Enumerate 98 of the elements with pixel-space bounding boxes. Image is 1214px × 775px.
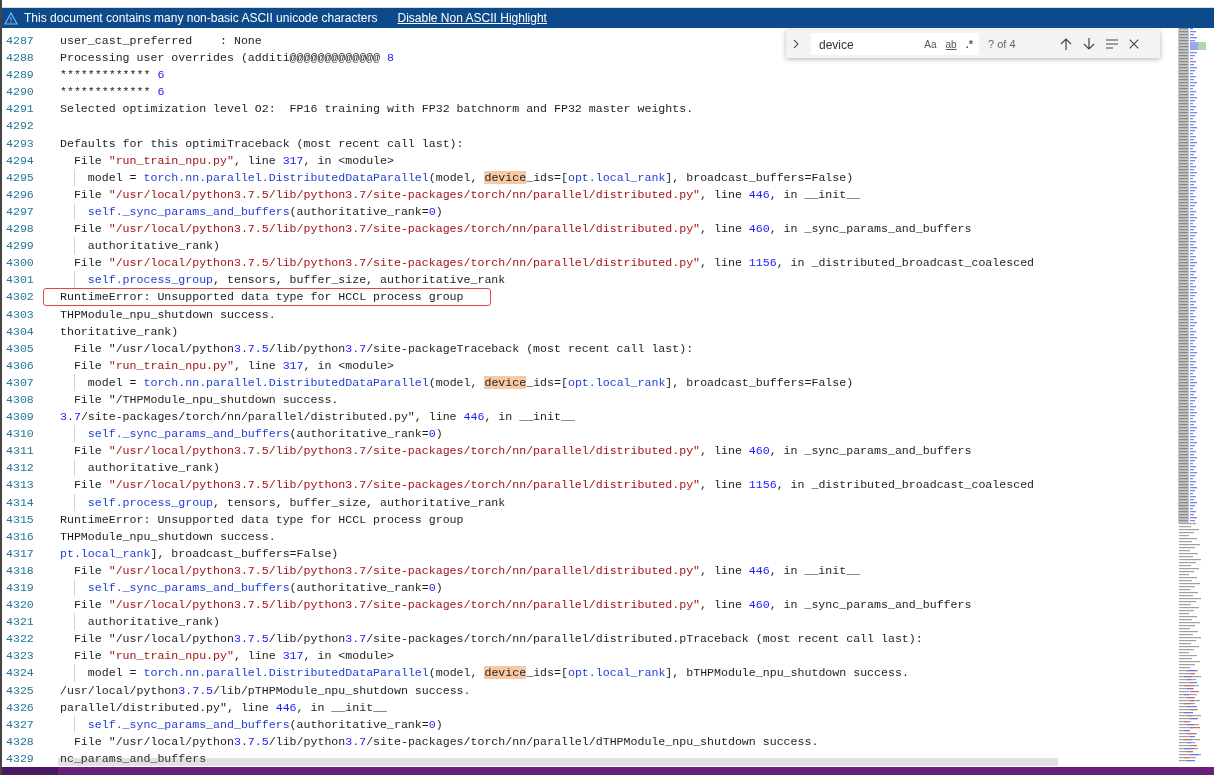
match-case-toggle[interactable]: Aa <box>922 37 939 51</box>
line-number: 4314 <box>5 494 35 511</box>
match-count: ? of 4 <box>988 38 1016 50</box>
code-line: File "/usr/local/python3.7.5/lib/python3.7/site-packageTraceback (most recent call last): <box>72 340 694 357</box>
code-line: model = torch.nn.parallel.DistributedDataParallel(model, device_ids=[opt.local_rank], broadcast_buffers=False) <box>60 373 854 391</box>
line-number: 4306 <box>5 357 35 374</box>
code-line: authoritative_rank) <box>60 459 221 477</box>
line-number: 4315 <box>5 511 35 528</box>
line-number: 4326 <box>5 699 35 716</box>
code-line: nc_params_and_buffers <box>60 750 207 767</box>
line-number: 4292 <box>5 118 35 135</box>
code-line: File "/usr/local/python3.7.5/lib/python3.7/site-packages/torch/nn/parallel/distributed.py", line 1156, in _distributed_broadcast_coalesced <box>72 255 1035 272</box>
code-line: self._sync_params_and_buffers(authoritative_rank=0) <box>60 425 443 443</box>
whole-word-toggle[interactable]: ab <box>943 37 959 51</box>
code-line: 3.7/site-packages/torch/nn/parallel/distributed.py", line 446, in __init__ <box>60 409 575 426</box>
line-number: 4288 <box>5 50 35 67</box>
line-number: 4307 <box>5 374 35 391</box>
code-line: File "/usr/local/python3.7.5/lib/python3.7/site-packages/torch/nn/parallel/distributed.py", line 1156, in _distributed_broadcast_coalesced <box>72 477 1035 494</box>
code-line: self.process_group, tensors, buffer_size, authoritative_rank <box>60 271 506 289</box>
line-number: 4325 <box>5 682 35 699</box>
line-number: 4295 <box>5 169 35 186</box>
code-line: File "/usr/local/python3.7.5/lib/python3.7/site-packages/torch/nn/parallel/distributed.py", line 446, in __init__ <box>72 186 861 203</box>
line-number: 4329 <box>5 750 35 767</box>
code-line: RuntimeError: Unsupported data type for HCCL process group <box>43 288 491 306</box>
code-line: Processing user overrides (additi@@@@@@@@@@@@@ 8 <box>60 50 394 67</box>
code-line: RuntimeError: Unsupported data type for HCCL process group <box>60 511 464 528</box>
code-line: thoritative_rank) <box>60 323 179 340</box>
line-number: 4297 <box>5 203 35 220</box>
code-line: File "run_train_npu.py", line 317, in <module> <box>72 152 394 169</box>
close-icon[interactable] <box>1127 38 1140 50</box>
line-number: 4324 <box>5 665 35 682</box>
search-text: device <box>819 38 854 52</box>
line-number: 4296 <box>5 186 35 203</box>
code-line: self.process_group, tensors, buffer_size, authoritative_rank <box>60 493 506 511</box>
line-number: 4328 <box>5 733 35 750</box>
code-line: self._sync_params_and_buffers(authoritative_rank=0) <box>60 579 443 597</box>
line-number: 4312 <box>5 460 35 477</box>
code-line: File "/usr/local/python3.7.5/lib/python3.7/site-packages/torch/nn/parallel/distributed.pTraceback (most recent call last): <box>72 631 923 648</box>
code-line: File "/usr/local/python3.7.5/lib/python3.7/site-packages/torch/nn/parallel/distributed.py", line 460, in _sync_params_and_buffers <box>72 597 972 614</box>
code-line: authoritative_rank) <box>60 237 221 255</box>
line-number: 4301 <box>5 272 35 289</box>
line-number: 4289 <box>5 67 35 84</box>
line-number: 4305 <box>5 340 35 357</box>
chevron-icon[interactable] <box>792 38 800 50</box>
code-line: THPModule_npu_shutdown success. <box>60 306 276 323</box>
code-line: self._sync_params_and_buffers(authoritative_rank=0) <box>60 202 443 221</box>
line-number: 4291 <box>5 101 35 118</box>
code-line: self._sync_params_and_buffers(authoritative_rank=0) <box>60 715 443 733</box>
code-line: THPModule_npu_shutdown success. <box>60 528 276 545</box>
code-line: parallel/distributed.py", line 446, in __init__ <box>60 699 387 716</box>
line-number: 4317 <box>5 545 35 562</box>
code-line: /usr/local/python3.7.5/lib/pTHPModule_npu_shutdown success. <box>60 682 471 699</box>
code-line: File "/usr/local/python3.7.5/lib/python3.7/site-packages/torch/nn/parallel/distributed.py", line 460, in _sync_params_and_buffers <box>72 221 972 238</box>
line-number: 4321 <box>5 614 35 631</box>
code-line: user_cast_preferred : None <box>60 33 262 49</box>
line-number: 4298 <box>5 221 35 238</box>
line-number: 4323 <box>5 648 35 665</box>
line-number: 4303 <box>5 306 35 323</box>
line-number: 4300 <box>5 255 35 272</box>
warning-icon <box>4 11 18 25</box>
code-line: File "/usr/local/python3.7.5/lib/python3.7/site-packages/torch/nn/parallel/distributed.py", line 446, in __init__ <box>72 562 861 579</box>
code-line: model = torch.nn.parallel.DistributedDataParallel(model, device_ids=[opt.local_rank], broadcast_buffers=False) <box>60 168 854 186</box>
line-number: 4293 <box>5 135 35 152</box>
code-line: File "/usr/local/python3.7.5/lib/python3.7/site-packages/torch/nn/parallel/distributed.py", line 460, in _sync_params_and_buffers <box>72 443 972 460</box>
find-input[interactable]: device Aa ab .* <box>811 33 979 55</box>
line-number: 4290 <box>5 84 35 101</box>
line-number: 4322 <box>5 631 35 648</box>
disable-highlight-link[interactable]: Disable Non ASCII Highlight <box>397 11 547 25</box>
line-number: 4287 <box>5 33 35 49</box>
line-number: 4316 <box>5 528 35 545</box>
code-line: ************* 6 <box>60 67 165 84</box>
code-line: model = torch.nn.parallel.DistributedDataParallel(model, device_ids=[opt.local_rank], bTHPModule_npu_shutdown success. <box>60 664 909 682</box>
line-number: 4313 <box>5 477 35 494</box>
line-number: 4304 <box>5 323 35 340</box>
next-match-icon[interactable] <box>1081 37 1096 51</box>
previous-match-icon[interactable] <box>1058 37 1073 51</box>
line-number: 4311 <box>5 443 35 460</box>
code-line: Selected optimization level O2: FP16 training with FP32 batchnorm and FP32 master weights. <box>60 101 694 118</box>
code-line: Defaults for this optimiTraceback (most recent call last): <box>60 135 464 152</box>
line-number: 4320 <box>5 597 35 614</box>
code-line: File "/THPModule_npu_shutdown success. <box>72 391 339 408</box>
line-number: 4294 <box>5 152 35 169</box>
line-number: 4299 <box>5 238 35 255</box>
line-number: 4302 <box>5 289 35 306</box>
line-number: 4318 <box>5 562 35 579</box>
code-line: File "run_train_npu.py", line 317, in <module> <box>72 648 394 665</box>
line-number: 4310 <box>5 426 35 443</box>
code-line: ************* 6 <box>60 84 165 101</box>
line-number: 4308 <box>5 391 35 408</box>
code-line: File "/usr/local/python3.7.5/lib/python3.7/site-packages/torch/nn/parallel/dTHPModule_npu_shutdown success. <box>72 733 819 750</box>
code-line: authoritative_rank) <box>60 613 221 631</box>
line-number: 4319 <box>5 580 35 596</box>
regex-toggle[interactable]: .* <box>963 37 975 51</box>
line-number: 4327 <box>5 716 35 733</box>
line-number: 4309 <box>5 409 35 426</box>
code-line: File "run_train_npu.py", line 317, in <module> <box>72 357 394 374</box>
banner-message: This document contains many non-basic ASCII unicode characters <box>24 11 378 25</box>
code-line: pt.local_rank], broadcast_buffers=False) <box>60 545 339 562</box>
